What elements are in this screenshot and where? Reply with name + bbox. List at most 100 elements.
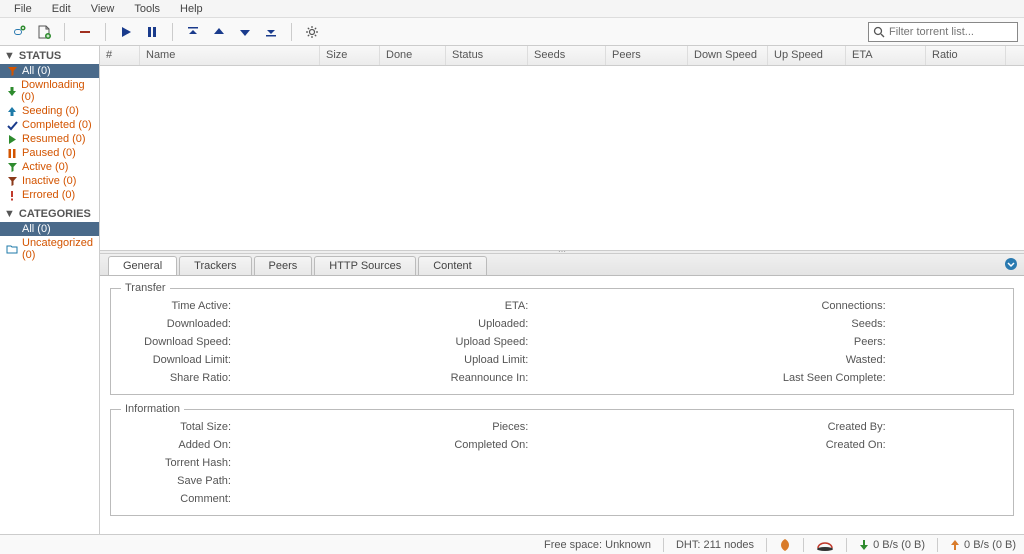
sidebar-item-label: Completed (0) bbox=[22, 119, 92, 131]
status-item-3[interactable]: Completed (0) bbox=[0, 118, 99, 132]
settings-button[interactable] bbox=[300, 21, 324, 43]
column-header-name[interactable]: Name bbox=[140, 46, 320, 65]
status-item-2[interactable]: Seeding (0) bbox=[0, 104, 99, 118]
menu-help[interactable]: Help bbox=[170, 1, 213, 17]
transfer-label: Connections: bbox=[716, 300, 886, 312]
sidebar: ▼ STATUS All (0)Downloading (0)Seeding (… bbox=[0, 46, 100, 534]
column-header-size[interactable]: Size bbox=[320, 46, 380, 65]
sidebar-item-label: Errored (0) bbox=[22, 189, 75, 201]
status-item-6[interactable]: Active (0) bbox=[0, 160, 99, 174]
search-icon bbox=[873, 26, 885, 38]
column-header-peers[interactable]: Peers bbox=[606, 46, 688, 65]
column-header-up-speed[interactable]: Up Speed bbox=[768, 46, 846, 65]
column-header-down-speed[interactable]: Down Speed bbox=[688, 46, 768, 65]
menu-view[interactable]: View bbox=[81, 1, 125, 17]
status-header[interactable]: ▼ STATUS bbox=[0, 48, 99, 64]
information-label: Save Path: bbox=[121, 475, 231, 487]
move-down-button[interactable] bbox=[233, 21, 257, 43]
transfer-label: Last Seen Complete: bbox=[716, 372, 886, 384]
status-item-1[interactable]: Downloading (0) bbox=[0, 78, 99, 104]
table-body bbox=[100, 66, 1024, 250]
sidebar-item-label: Resumed (0) bbox=[22, 133, 86, 145]
transfer-label: Download Limit: bbox=[121, 354, 231, 366]
categories-header[interactable]: ▼ CATEGORIES bbox=[0, 206, 99, 222]
resume-button[interactable] bbox=[114, 21, 138, 43]
column-header-eta[interactable]: ETA bbox=[846, 46, 926, 65]
information-label: Pieces: bbox=[418, 421, 528, 433]
exclaim-icon bbox=[6, 190, 18, 201]
funnel-icon bbox=[6, 66, 18, 77]
categories-item-0[interactable]: All (0) bbox=[0, 222, 99, 236]
filter-input[interactable] bbox=[889, 26, 1009, 38]
transfer-label: ETA: bbox=[418, 300, 528, 312]
up-speed-status[interactable]: 0 B/s (0 B) bbox=[950, 539, 1016, 551]
status-item-7[interactable]: Inactive (0) bbox=[0, 174, 99, 188]
firewall-icon[interactable] bbox=[779, 538, 791, 552]
information-label: Completed On: bbox=[418, 439, 528, 451]
tab-trackers[interactable]: Trackers bbox=[179, 256, 251, 275]
remove-button[interactable] bbox=[73, 21, 97, 43]
transfer-label: Seeds: bbox=[716, 318, 886, 330]
information-label bbox=[716, 475, 886, 487]
transfer-label: Time Active: bbox=[121, 300, 231, 312]
pause-icon bbox=[6, 148, 18, 159]
move-bottom-button[interactable] bbox=[259, 21, 283, 43]
status-item-5[interactable]: Paused (0) bbox=[0, 146, 99, 160]
tab-general[interactable]: General bbox=[108, 256, 177, 275]
dht-status[interactable]: DHT: 211 nodes bbox=[676, 539, 754, 551]
information-fieldset: Information Total Size: Pieces: Created By… bbox=[110, 403, 1014, 516]
funnel-icon bbox=[6, 176, 18, 187]
column-header-done[interactable]: Done bbox=[380, 46, 446, 65]
menu-edit[interactable]: Edit bbox=[42, 1, 81, 17]
transfer-label: Downloaded: bbox=[121, 318, 231, 330]
menu-file[interactable]: File bbox=[4, 1, 42, 17]
add-file-button[interactable] bbox=[32, 21, 56, 43]
add-link-button[interactable] bbox=[6, 21, 30, 43]
details-panel: GeneralTrackersPeersHTTP SourcesContent … bbox=[100, 254, 1024, 534]
up-arrow-icon bbox=[950, 539, 960, 551]
move-up-button[interactable] bbox=[207, 21, 231, 43]
details-tabs: GeneralTrackersPeersHTTP SourcesContent bbox=[100, 254, 1024, 276]
information-label: Created On: bbox=[716, 439, 886, 451]
sidebar-item-label: All (0) bbox=[22, 65, 51, 77]
tab-http-sources[interactable]: HTTP Sources bbox=[314, 256, 416, 275]
collapse-icon: ▼ bbox=[4, 208, 15, 220]
status-item-4[interactable]: Resumed (0) bbox=[0, 132, 99, 146]
down-speed-status[interactable]: 0 B/s (0 B) bbox=[859, 539, 925, 551]
categories-item-1[interactable]: Uncategorized (0) bbox=[0, 236, 99, 262]
check-icon bbox=[6, 120, 18, 131]
transfer-label: Wasted: bbox=[716, 354, 886, 366]
transfer-legend: Transfer bbox=[121, 282, 170, 294]
move-top-button[interactable] bbox=[181, 21, 205, 43]
up-arrow-icon bbox=[6, 106, 18, 117]
information-label bbox=[716, 457, 886, 469]
transfer-label: Share Ratio: bbox=[121, 372, 231, 384]
down-arrow-icon bbox=[6, 86, 17, 97]
play-icon bbox=[6, 134, 18, 145]
sidebar-item-label: Inactive (0) bbox=[22, 175, 76, 187]
column-header-ratio[interactable]: Ratio bbox=[926, 46, 1006, 65]
information-label: Added On: bbox=[121, 439, 231, 451]
information-label bbox=[418, 457, 528, 469]
menu-tools[interactable]: Tools bbox=[124, 1, 170, 17]
table-header: #NameSizeDoneStatusSeedsPeersDown SpeedU… bbox=[100, 46, 1024, 66]
column-header-status[interactable]: Status bbox=[446, 46, 528, 65]
tab-content[interactable]: Content bbox=[418, 256, 487, 275]
pause-button[interactable] bbox=[140, 21, 164, 43]
down-arrow-icon bbox=[859, 539, 869, 551]
transfer-label: Peers: bbox=[716, 336, 886, 348]
tab-peers[interactable]: Peers bbox=[254, 256, 313, 275]
speed-graph-icon[interactable] bbox=[816, 539, 834, 551]
status-item-0[interactable]: All (0) bbox=[0, 64, 99, 78]
freespace-status: Free space: Unknown bbox=[544, 539, 651, 551]
information-label bbox=[418, 493, 528, 505]
information-label: Total Size: bbox=[121, 421, 231, 433]
collapse-details-icon[interactable] bbox=[1004, 257, 1018, 271]
transfer-fieldset: Transfer Time Active: ETA: Connections: Dow… bbox=[110, 282, 1014, 395]
column-header--[interactable]: # bbox=[100, 46, 140, 65]
filter-box[interactable] bbox=[868, 22, 1018, 42]
information-label: Created By: bbox=[716, 421, 886, 433]
status-item-8[interactable]: Errored (0) bbox=[0, 188, 99, 202]
column-header-seeds[interactable]: Seeds bbox=[528, 46, 606, 65]
information-legend: Information bbox=[121, 403, 184, 415]
